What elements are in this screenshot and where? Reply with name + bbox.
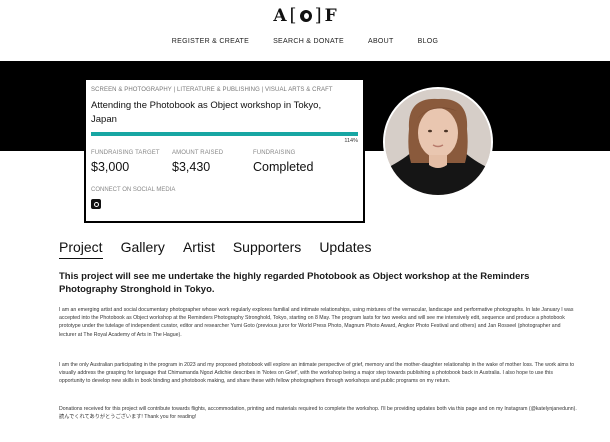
stat-status-label: FUNDRAISING	[253, 150, 296, 156]
body-paragraph: I am the only Australian participating i…	[59, 362, 575, 385]
stat-status: FUNDRAISING Completed	[253, 150, 334, 174]
stat-target-label: FUNDRAISING TARGET	[91, 150, 160, 156]
project-card: SCREEN & PHOTOGRAPHY | LITERATURE & PUBL…	[84, 78, 365, 223]
tab-updates[interactable]: Updates	[319, 239, 371, 259]
site-logo[interactable]: A [ ] F	[0, 5, 610, 26]
stat-raised: AMOUNT RAISED $3,430	[172, 150, 253, 174]
logo-bracket-close: ]	[314, 5, 322, 26]
progress-fill	[91, 132, 358, 136]
progress-bar	[91, 132, 358, 136]
project-categories: SCREEN & PHOTOGRAPHY | LITERATURE & PUBL…	[91, 87, 333, 93]
tab-artist[interactable]: Artist	[183, 239, 215, 259]
stat-raised-value: $3,430	[172, 160, 211, 174]
main-nav: REGISTER & CREATE SEARCH & DONATE ABOUT …	[0, 38, 610, 45]
tab-gallery[interactable]: Gallery	[121, 239, 165, 259]
nav-register-create[interactable]: REGISTER & CREATE	[172, 38, 249, 45]
stat-target: FUNDRAISING TARGET $3,000	[91, 150, 172, 174]
project-headline: This project will see me undertake the h…	[59, 271, 530, 295]
project-tabs: Project Gallery Artist Supporters Update…	[59, 239, 389, 259]
body-paragraph: I am an emerging artist and social docum…	[59, 307, 574, 338]
body-paragraph: Donations received for this project will…	[59, 406, 577, 421]
stat-raised-label: AMOUNT RAISED	[172, 150, 224, 156]
logo-circle-icon	[299, 9, 312, 22]
tab-supporters[interactable]: Supporters	[233, 239, 301, 259]
progress-percent: 114%	[344, 138, 358, 144]
project-title: Attending the Photobook as Object worksh…	[91, 100, 322, 125]
artist-avatar	[383, 87, 493, 197]
fundraising-stats: FUNDRAISING TARGET $3,000 AMOUNT RAISED …	[91, 150, 358, 174]
logo-mark: A [ ] F	[273, 5, 336, 26]
tab-project[interactable]: Project	[59, 239, 103, 259]
nav-search-donate[interactable]: SEARCH & DONATE	[273, 38, 344, 45]
connect-social-label: CONNECT ON SOCIAL MEDIA	[91, 187, 176, 193]
logo-bracket-open: [	[289, 5, 297, 26]
nav-about[interactable]: ABOUT	[368, 38, 394, 45]
logo-letter-f: F	[324, 5, 337, 26]
instagram-icon[interactable]	[91, 199, 101, 209]
logo-letter-a: A	[273, 5, 287, 26]
stat-status-value: Completed	[253, 160, 314, 174]
stat-target-value: $3,000	[91, 160, 130, 174]
nav-blog[interactable]: BLOG	[418, 38, 439, 45]
